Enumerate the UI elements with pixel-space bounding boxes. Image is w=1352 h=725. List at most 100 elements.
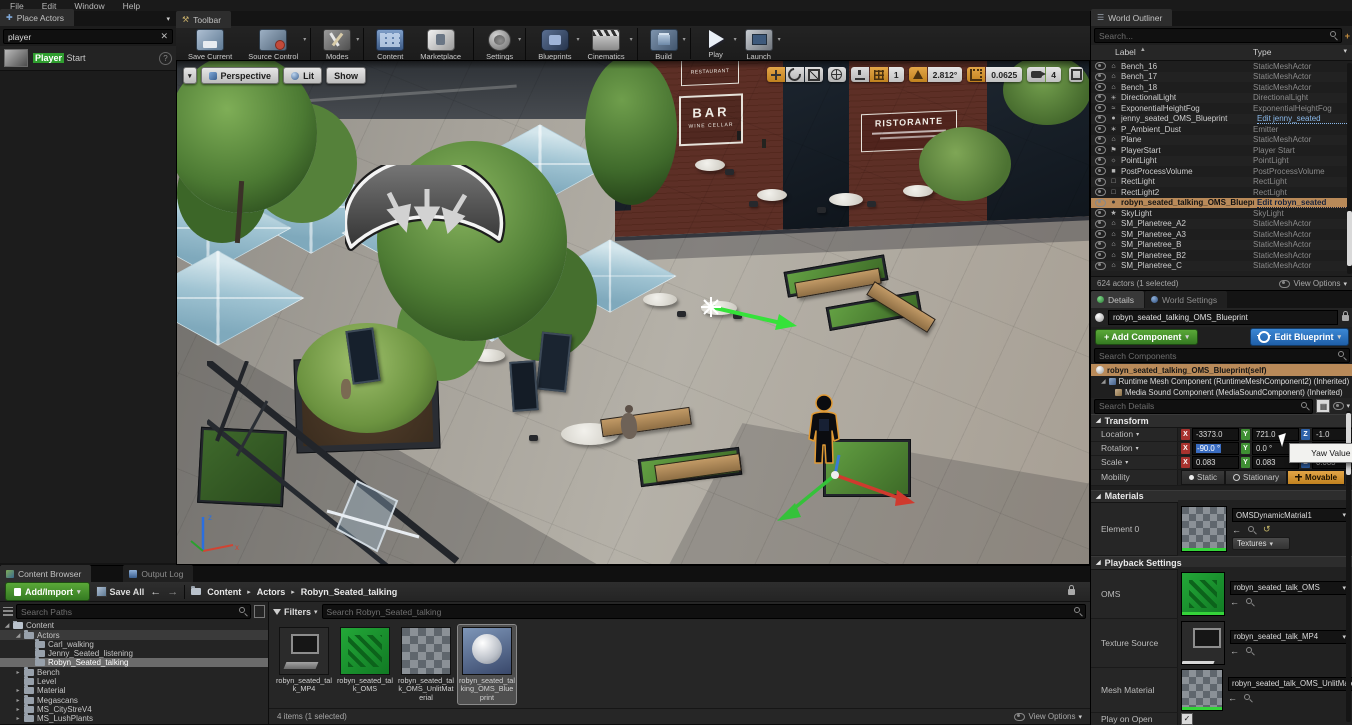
outliner-row[interactable]: ⌂Bench_16StaticMeshActor — [1091, 61, 1352, 72]
panel-menu-caret-icon[interactable]: ▾ — [166, 15, 170, 23]
property-visibility-icon[interactable]: ▾ — [1333, 402, 1350, 410]
move-gizmo[interactable] — [773, 451, 923, 531]
scale-label[interactable]: Scale▾ — [1091, 456, 1178, 469]
maximize-viewport-button[interactable] — [1069, 67, 1083, 82]
details-search-input[interactable] — [1095, 401, 1312, 411]
use-asset-icon[interactable]: ← — [1228, 693, 1237, 703]
actor-type[interactable]: Edit jenny_seated — [1257, 114, 1352, 124]
outliner-row[interactable]: □RectLightRectLight — [1091, 177, 1352, 188]
expander-icon[interactable]: ▸ — [15, 715, 21, 722]
toolbar-button-launch[interactable]: Launch▾ — [737, 28, 781, 61]
visibility-eye-icon[interactable] — [1095, 94, 1106, 102]
dropdown-caret-icon[interactable]: ▾ — [778, 36, 781, 43]
visibility-eye-icon[interactable] — [1095, 220, 1106, 228]
visibility-eye-icon[interactable] — [1095, 104, 1106, 112]
folder-row[interactable]: ◢Actors — [0, 630, 268, 639]
sources-toggle-icon[interactable] — [3, 607, 13, 616]
clear-search-icon[interactable]: ✕ — [160, 31, 168, 42]
dropdown-caret-icon[interactable]: ▾ — [683, 36, 686, 43]
dropdown-caret-icon[interactable]: ▾ — [303, 36, 306, 43]
outliner-row[interactable]: ⌂SM_Planetree_A2StaticMeshActor — [1091, 219, 1352, 230]
outliner-row[interactable]: ⌂SM_Planetree_CStaticMeshActor — [1091, 261, 1352, 272]
viewport-options-button[interactable]: ▾ — [183, 67, 197, 84]
dropdown-caret-icon[interactable]: ▾ — [630, 36, 633, 43]
outliner-row[interactable]: ☼PointLightPointLight — [1091, 156, 1352, 167]
textures-dropdown[interactable]: Textures▾ — [1232, 537, 1290, 550]
save-all-button[interactable]: Save All — [96, 586, 145, 597]
folder-row[interactable]: ▸Material — [0, 686, 268, 695]
mobility-stationary-button[interactable]: Stationary — [1225, 470, 1287, 485]
folder-row[interactable]: ▸Bench — [0, 667, 268, 676]
toolbar-button-save[interactable]: Save Current — [180, 28, 240, 61]
world-local-toggle-button[interactable] — [828, 67, 846, 82]
asset-tile[interactable]: robyn_seated_talk_OMS_UnlitMaterial — [397, 625, 455, 704]
visibility-eye-icon[interactable] — [1095, 199, 1106, 207]
visibility-eye-icon[interactable] — [1095, 136, 1106, 144]
toolbar-button-modes[interactable]: Modes▾ — [310, 28, 359, 61]
outliner-scrollbar-thumb[interactable] — [1347, 211, 1352, 266]
outliner-row[interactable]: ∗P_Ambient_DustEmitter — [1091, 124, 1352, 135]
place-actors-result-player-start[interactable]: Player Start ? — [0, 46, 176, 71]
breadcrumb-current-folder[interactable]: Robyn_Seated_talking — [301, 587, 398, 597]
tab-world-outliner[interactable]: ☰ World Outliner — [1091, 9, 1172, 26]
mobility-static-button[interactable]: Static — [1181, 470, 1225, 485]
component-row-self[interactable]: robyn_seated_talking_OMS_Blueprint(self) — [1091, 364, 1352, 376]
visibility-eye-icon[interactable] — [1095, 167, 1106, 175]
component-row-runtime-mesh[interactable]: ◢ Runtime Mesh Component (RuntimeMeshCom… — [1091, 376, 1352, 387]
play-on-open-checkbox[interactable]: ✓ — [1181, 713, 1193, 725]
breadcrumb-actors[interactable]: Actors — [257, 587, 286, 597]
visibility-eye-icon[interactable] — [1095, 188, 1106, 196]
use-asset-icon[interactable]: ← — [1230, 646, 1239, 656]
components-search-input[interactable] — [1095, 351, 1349, 361]
use-asset-icon[interactable]: ← — [1232, 525, 1241, 535]
expander-icon[interactable]: ◢ — [4, 622, 10, 629]
browse-to-asset-icon[interactable] — [1244, 694, 1252, 702]
outliner-row[interactable]: ■PostProcessVolumePostProcessVolume — [1091, 166, 1352, 177]
tab-world-settings[interactable]: World Settings — [1145, 291, 1227, 308]
expander-icon[interactable]: ◢ — [1101, 378, 1106, 385]
rotation-snap-button[interactable] — [909, 67, 927, 82]
visibility-eye-icon[interactable] — [1095, 125, 1106, 133]
grid-view-toggle-icon[interactable]: ▦ — [1316, 399, 1330, 413]
surface-snap-button[interactable] — [851, 67, 869, 82]
scale-snap-value[interactable]: 0.0625 — [986, 67, 1022, 82]
scale-tool-button[interactable] — [805, 67, 823, 82]
expander-icon[interactable]: ▸ — [15, 687, 21, 694]
lock-icon[interactable] — [1342, 315, 1349, 321]
location-label[interactable]: Location▾ — [1091, 428, 1178, 441]
expander-icon[interactable]: ◢ — [15, 632, 21, 639]
outliner-row[interactable]: ●robyn_seated_talking_OMS_BlueprintEdit … — [1091, 198, 1352, 209]
scale-snap-button[interactable] — [967, 67, 985, 82]
outliner-view-options-button[interactable]: View Options▾ — [1279, 279, 1347, 288]
outliner-row[interactable]: ⌂Bench_17StaticMeshActor — [1091, 72, 1352, 83]
visibility-eye-icon[interactable] — [1095, 251, 1106, 259]
browse-to-asset-icon[interactable] — [1246, 598, 1254, 606]
type-filter-caret-icon[interactable]: ▾ — [1343, 47, 1347, 58]
visibility-eye-icon[interactable] — [1095, 146, 1106, 154]
oms-thumbnail[interactable] — [1181, 572, 1225, 616]
rotate-tool-button[interactable] — [786, 67, 804, 82]
scale-x-field[interactable]: 0.083 — [1192, 456, 1239, 469]
mobility-movable-button[interactable]: Movable — [1287, 470, 1345, 485]
texture-source-thumbnail[interactable] — [1181, 621, 1225, 665]
viewport[interactable]: RESTAURANT BAR WINE CELLAR RISTORANTE — [176, 60, 1090, 565]
folder-row[interactable]: Carl_walking — [0, 640, 268, 649]
outliner-row[interactable]: ≈ExponentialHeightFogExponentialHeightFo… — [1091, 103, 1352, 114]
material-thumbnail[interactable] — [1181, 506, 1227, 552]
breadcrumb-content[interactable]: Content — [207, 587, 241, 597]
outliner-row[interactable]: ⌂SM_Planetree_B2StaticMeshActor — [1091, 250, 1352, 261]
outliner-row[interactable]: ⌂SM_Planetree_A3StaticMeshActor — [1091, 229, 1352, 240]
visibility-eye-icon[interactable] — [1095, 83, 1106, 91]
expander-icon[interactable]: ▸ — [15, 706, 21, 713]
camera-speed-value[interactable]: 4 — [1046, 67, 1061, 82]
outliner-row[interactable]: □RectLight2RectLight — [1091, 187, 1352, 198]
toolbar-button-build[interactable]: Build▾ — [637, 28, 686, 61]
grid-snap-value[interactable]: 1 — [889, 67, 904, 82]
visibility-eye-icon[interactable] — [1095, 62, 1106, 70]
visibility-eye-icon[interactable] — [1095, 209, 1106, 217]
folder-row[interactable]: ◢Content — [0, 621, 268, 630]
component-row-media-sound[interactable]: Media Sound Component (MediaSoundCompone… — [1091, 387, 1352, 398]
toolbar-button-marketplace[interactable]: Marketplace — [412, 28, 469, 61]
paths-search-input[interactable] — [17, 607, 250, 617]
asset-tile[interactable]: robyn_seated_talking_OMS_Blueprint — [458, 625, 516, 704]
